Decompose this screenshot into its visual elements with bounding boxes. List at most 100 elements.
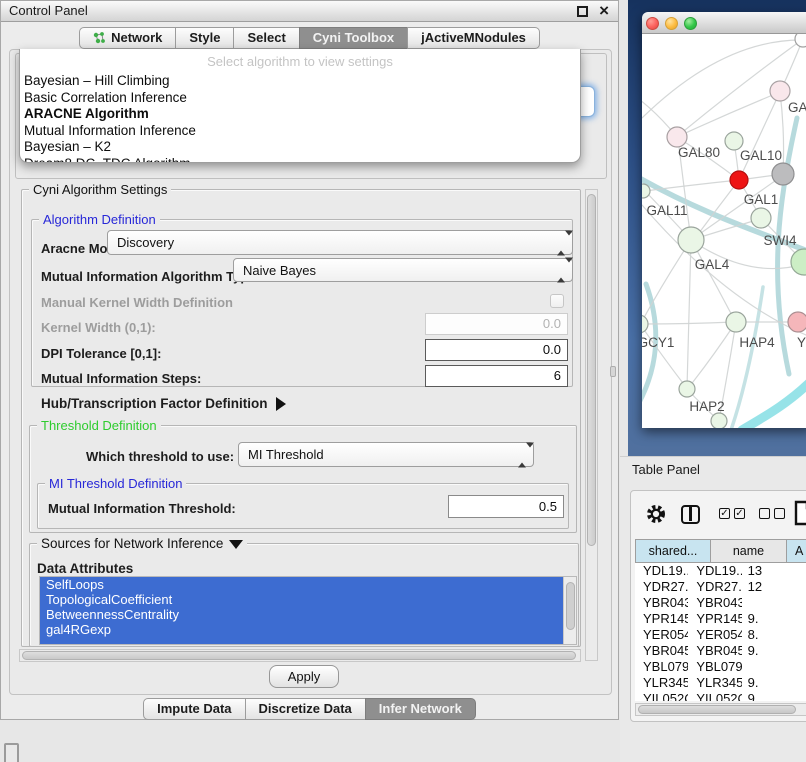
network-node-GAL1[interactable] <box>751 208 771 228</box>
data-attribute-item[interactable]: SelfLoops <box>40 577 576 592</box>
network-edge[interactable] <box>687 240 691 388</box>
table-cell[interactable]: 8. <box>742 627 806 643</box>
dpi-tolerance-field[interactable]: 0.0 <box>425 339 568 361</box>
manual-kernel-width-checkbox[interactable] <box>550 294 564 308</box>
network-node-GAL7[interactable] <box>770 81 790 101</box>
table-row[interactable]: YDL19...YDL19...13 <box>635 563 806 579</box>
table-cell[interactable]: YPR145W <box>635 611 688 627</box>
network-edge[interactable] <box>642 40 801 118</box>
network-window-titlebar[interactable] <box>642 12 806 34</box>
table-cell[interactable]: 9 <box>742 691 806 701</box>
gear-icon[interactable] <box>645 503 667 525</box>
column-header-clipped[interactable]: A <box>787 539 806 563</box>
settings-vertical-scrollbar[interactable] <box>585 189 598 661</box>
file-icon[interactable] <box>793 499 806 527</box>
algorithm-option[interactable]: Bayesian – Hill Climbing <box>20 73 580 90</box>
table-cell[interactable]: YLR345W <box>635 675 688 691</box>
mi-threshold-field[interactable]: 0.5 <box>448 495 564 518</box>
table-row[interactable]: YPR145WYPR145W9. <box>635 611 806 627</box>
tab-select[interactable]: Select <box>233 27 299 49</box>
table-cell[interactable]: YBR043C <box>688 595 741 611</box>
mi-steps-field[interactable]: 6 <box>425 365 568 387</box>
table-row[interactable]: YLR345WYLR345W9. <box>635 675 806 691</box>
table-cell[interactable]: YDR27... <box>688 579 741 595</box>
network-edge[interactable] <box>731 287 763 428</box>
minimize-traffic-light[interactable] <box>665 17 678 30</box>
column-header-name[interactable]: name <box>711 539 787 563</box>
table-cell[interactable]: YIL052C <box>688 691 741 701</box>
table-cell[interactable]: YBR045C <box>688 643 741 659</box>
table-cell[interactable]: YDR27... <box>635 579 688 595</box>
list-scrollbar-thumb[interactable] <box>566 582 575 630</box>
table-row[interactable]: YDR27...YDR27...12 <box>635 579 806 595</box>
network-edge[interactable] <box>742 380 806 428</box>
data-attributes-list[interactable]: SelfLoopsTopologicalCoefficientBetweenne… <box>39 576 577 645</box>
settings-horizontal-scrollbar[interactable] <box>19 649 581 662</box>
table-cell[interactable]: YBL079W <box>688 659 741 675</box>
tab-discretize-data[interactable]: Discretize Data <box>245 698 366 720</box>
network-edge[interactable] <box>642 240 691 323</box>
network-node-GAL4[interactable] <box>678 227 704 253</box>
aracne-mode-combobox[interactable]: Discovery <box>107 230 573 255</box>
table-cell[interactable]: YER054C <box>688 627 741 643</box>
table-cell[interactable]: YPR145W <box>688 611 741 627</box>
network-edge[interactable] <box>645 180 739 191</box>
list-scrollbar[interactable] <box>563 577 576 644</box>
table-cell[interactable]: YBR043C <box>635 595 688 611</box>
table-cell[interactable] <box>742 595 806 611</box>
algorithm-option[interactable]: Mutual Information Inference <box>20 123 580 140</box>
table-cell[interactable]: YDL19... <box>635 563 688 579</box>
table-cell[interactable]: 9. <box>742 675 806 691</box>
apply-button[interactable]: Apply <box>269 665 339 688</box>
table-cell[interactable]: 13 <box>742 563 806 579</box>
algorithm-option[interactable]: Basic Correlation Inference <box>20 90 580 107</box>
tab-infer-network[interactable]: Infer Network <box>365 698 476 720</box>
table-cell[interactable]: YIL052C <box>635 691 688 701</box>
tab-impute-data[interactable]: Impute Data <box>143 698 245 720</box>
tab-jactivemnodules[interactable]: jActiveMNodules <box>407 27 540 49</box>
network-node-HAP2[interactable] <box>679 381 695 397</box>
table-cell[interactable]: YBR045C <box>635 643 688 659</box>
network-node-HAP4[interactable] <box>726 312 746 332</box>
algorithm-option[interactable]: Dream8 DC_TDC Algorithm <box>20 156 580 164</box>
network-node-GCY1[interactable] <box>642 315 648 333</box>
select-all-checks-icon[interactable]: ✓ ✓ <box>719 508 745 519</box>
close-traffic-light[interactable] <box>646 17 659 30</box>
table-cell[interactable]: 9. <box>742 643 806 659</box>
close-icon[interactable]: × <box>599 1 609 21</box>
table-cell[interactable]: 12 <box>742 579 806 595</box>
table-cell[interactable]: YER054C <box>635 627 688 643</box>
table-row[interactable]: YER054CYER054C8. <box>635 627 806 643</box>
data-attribute-item[interactable]: BetweennessCentrality <box>40 607 576 622</box>
table-row[interactable]: YBR043CYBR043C <box>635 595 806 611</box>
table-row[interactable]: YIL052CYIL052C9 <box>635 691 806 701</box>
mi-algorithm-type-combobox[interactable]: Naive Bayes <box>233 258 573 282</box>
which-threshold-combobox[interactable]: MI Threshold <box>238 442 534 467</box>
tab-network[interactable]: Network <box>79 27 176 49</box>
network-node-unlabeled[interactable] <box>711 413 727 428</box>
network-node-GAL80[interactable] <box>667 127 687 147</box>
splitpane-divider-handle[interactable] <box>610 366 616 377</box>
network-edge[interactable] <box>691 240 735 321</box>
hub-definition-toggle[interactable]: Hub/Transcription Factor Definition <box>41 396 286 411</box>
algorithm-option[interactable]: ARACNE Algorithm <box>20 106 580 123</box>
tab-style[interactable]: Style <box>175 27 234 49</box>
network-node-unlabeled[interactable] <box>772 163 794 185</box>
table-row[interactable]: YBL079WYBL079W <box>635 659 806 675</box>
table-cell[interactable]: YDL19... <box>688 563 741 579</box>
table-cell[interactable]: YBL079W <box>635 659 688 675</box>
network-node-unlabeled[interactable] <box>730 171 748 189</box>
tab-cyni-toolbox[interactable]: Cyni Toolbox <box>299 27 408 49</box>
float-window-icon[interactable] <box>577 6 588 17</box>
data-attribute-item[interactable]: TopologicalCoefficient <box>40 592 576 607</box>
network-node-SWI4[interactable] <box>791 249 806 275</box>
deselect-all-checks-icon[interactable] <box>759 508 785 519</box>
table-cell[interactable]: 9. <box>742 611 806 627</box>
data-attribute-item[interactable]: gal4RGexp <box>40 622 576 637</box>
table-cell[interactable]: YLR345W <box>688 675 741 691</box>
algorithm-option[interactable]: Bayesian – K2 <box>20 139 580 156</box>
network-node-Y[interactable] <box>788 312 806 332</box>
sources-toggle[interactable]: Sources for Network Inference <box>37 536 247 551</box>
network-edge[interactable] <box>689 322 736 387</box>
settings-horizontal-scrollbar-thumb[interactable] <box>22 651 576 660</box>
